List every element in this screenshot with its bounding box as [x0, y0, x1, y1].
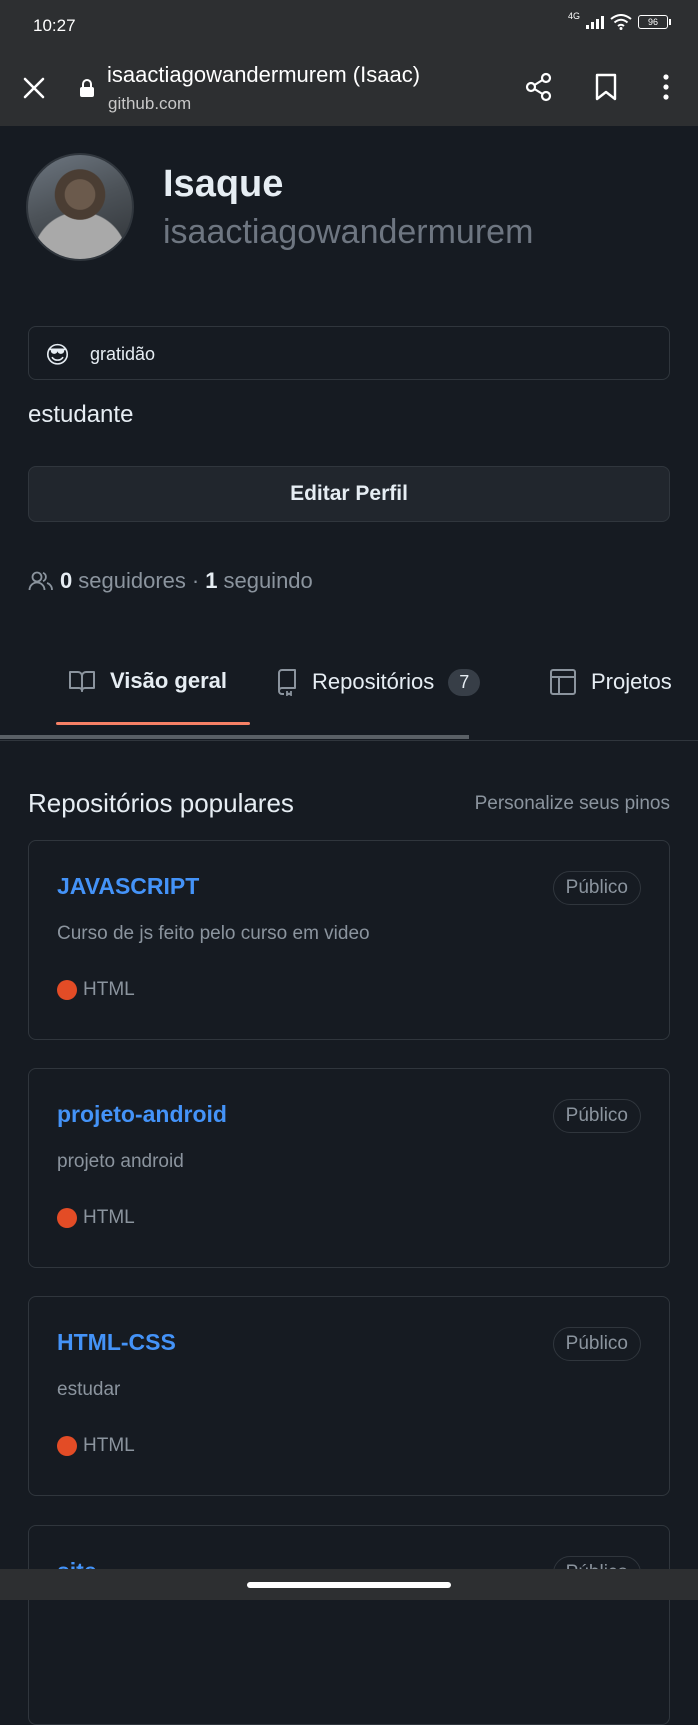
- profile-tabs: Visão geral Repositórios 7 Projetos: [0, 650, 698, 740]
- page-title: isaactiagowandermurem (Isaac): [107, 62, 421, 87]
- share-icon[interactable]: [524, 72, 554, 102]
- separator: ·: [191, 568, 200, 593]
- home-gesture-handle[interactable]: [247, 1582, 451, 1588]
- repo-description: estudar: [57, 1379, 121, 1400]
- visibility-badge: Público: [552, 1327, 641, 1361]
- repo-name-link[interactable]: JAVASCRIPT: [57, 873, 199, 900]
- close-icon[interactable]: [20, 74, 48, 102]
- edit-profile-button[interactable]: Editar Perfil: [28, 466, 670, 522]
- following-label[interactable]: seguindo: [223, 568, 312, 594]
- repo-description: projeto android: [57, 1151, 184, 1172]
- lock-icon: [80, 79, 94, 97]
- wifi-icon: [610, 14, 632, 30]
- system-navigation-bar: [0, 1569, 698, 1600]
- more-options-icon[interactable]: [656, 72, 676, 102]
- repo-name-link[interactable]: projeto-android: [57, 1101, 227, 1128]
- repo-count-badge: 7: [448, 668, 481, 696]
- clock: 10:27: [33, 16, 76, 35]
- repo-language: HTML: [57, 1207, 135, 1229]
- tab-label: Projetos: [591, 669, 672, 694]
- repo-language: HTML: [57, 1435, 135, 1457]
- profile-bio: estudante: [28, 401, 134, 428]
- repo-card: projeto-android Público projeto android …: [28, 1068, 670, 1268]
- tabs-scrollbar[interactable]: [0, 735, 469, 739]
- battery-icon: 96: [638, 15, 671, 29]
- customize-pins-link[interactable]: Personalize seus pinos: [475, 793, 670, 815]
- system-status-bar: 10:27 4G 96: [0, 0, 698, 50]
- language-label: HTML: [83, 1435, 135, 1456]
- repo-language: HTML: [57, 979, 135, 1001]
- page-domain: github.com: [108, 94, 192, 113]
- signal-icon: [586, 15, 604, 29]
- profile-name: Isaque: [163, 163, 284, 205]
- language-color-dot: [57, 980, 77, 1000]
- section-title: Repositórios populares: [28, 788, 294, 818]
- status-icons: 4G 96: [567, 11, 671, 30]
- language-color-dot: [57, 1208, 77, 1228]
- status-text: gratidão: [90, 344, 156, 364]
- repo-icon: [278, 669, 296, 696]
- tab-repositories[interactable]: Repositórios 7: [276, 668, 481, 696]
- tab-overview[interactable]: Visão geral: [68, 668, 227, 694]
- profile-login: isaactiagowandermurem: [163, 213, 534, 251]
- table-icon: [550, 669, 576, 695]
- tab-label: Visão geral: [110, 668, 227, 693]
- network-type: 4G: [567, 11, 580, 21]
- repo-card: JAVASCRIPT Público Curso de js feito pel…: [28, 840, 670, 1040]
- status-emoji: 😎: [45, 342, 71, 369]
- user-status[interactable]: 😎 gratidão: [28, 326, 670, 380]
- followers-label[interactable]: seguidores: [78, 568, 186, 594]
- active-tab-indicator: [56, 722, 250, 725]
- tab-label: Repositórios: [312, 669, 435, 694]
- divider: [0, 740, 698, 741]
- language-color-dot: [57, 1436, 77, 1456]
- follow-stats: 0 seguidores · 1 seguindo: [28, 568, 313, 594]
- following-count[interactable]: 1: [205, 568, 217, 594]
- repo-name-link[interactable]: HTML-CSS: [57, 1329, 176, 1356]
- language-label: HTML: [83, 1207, 135, 1228]
- visibility-badge: Público: [552, 1099, 641, 1133]
- followers-count[interactable]: 0: [60, 568, 72, 594]
- book-icon: [69, 671, 95, 692]
- repo-card: HTML-CSS Público estudar HTML: [28, 1296, 670, 1496]
- language-label: HTML: [83, 979, 135, 1000]
- browser-toolbar: isaactiagowandermurem (Isaac) github.com: [0, 50, 698, 126]
- repo-card: site Público: [28, 1525, 670, 1725]
- repo-description: Curso de js feito pelo curso em video: [57, 923, 370, 944]
- visibility-badge: Público: [552, 871, 641, 905]
- avatar[interactable]: [26, 153, 134, 261]
- tab-projects[interactable]: Projetos: [549, 668, 672, 696]
- people-icon: [28, 571, 53, 591]
- bookmark-icon[interactable]: [593, 72, 619, 102]
